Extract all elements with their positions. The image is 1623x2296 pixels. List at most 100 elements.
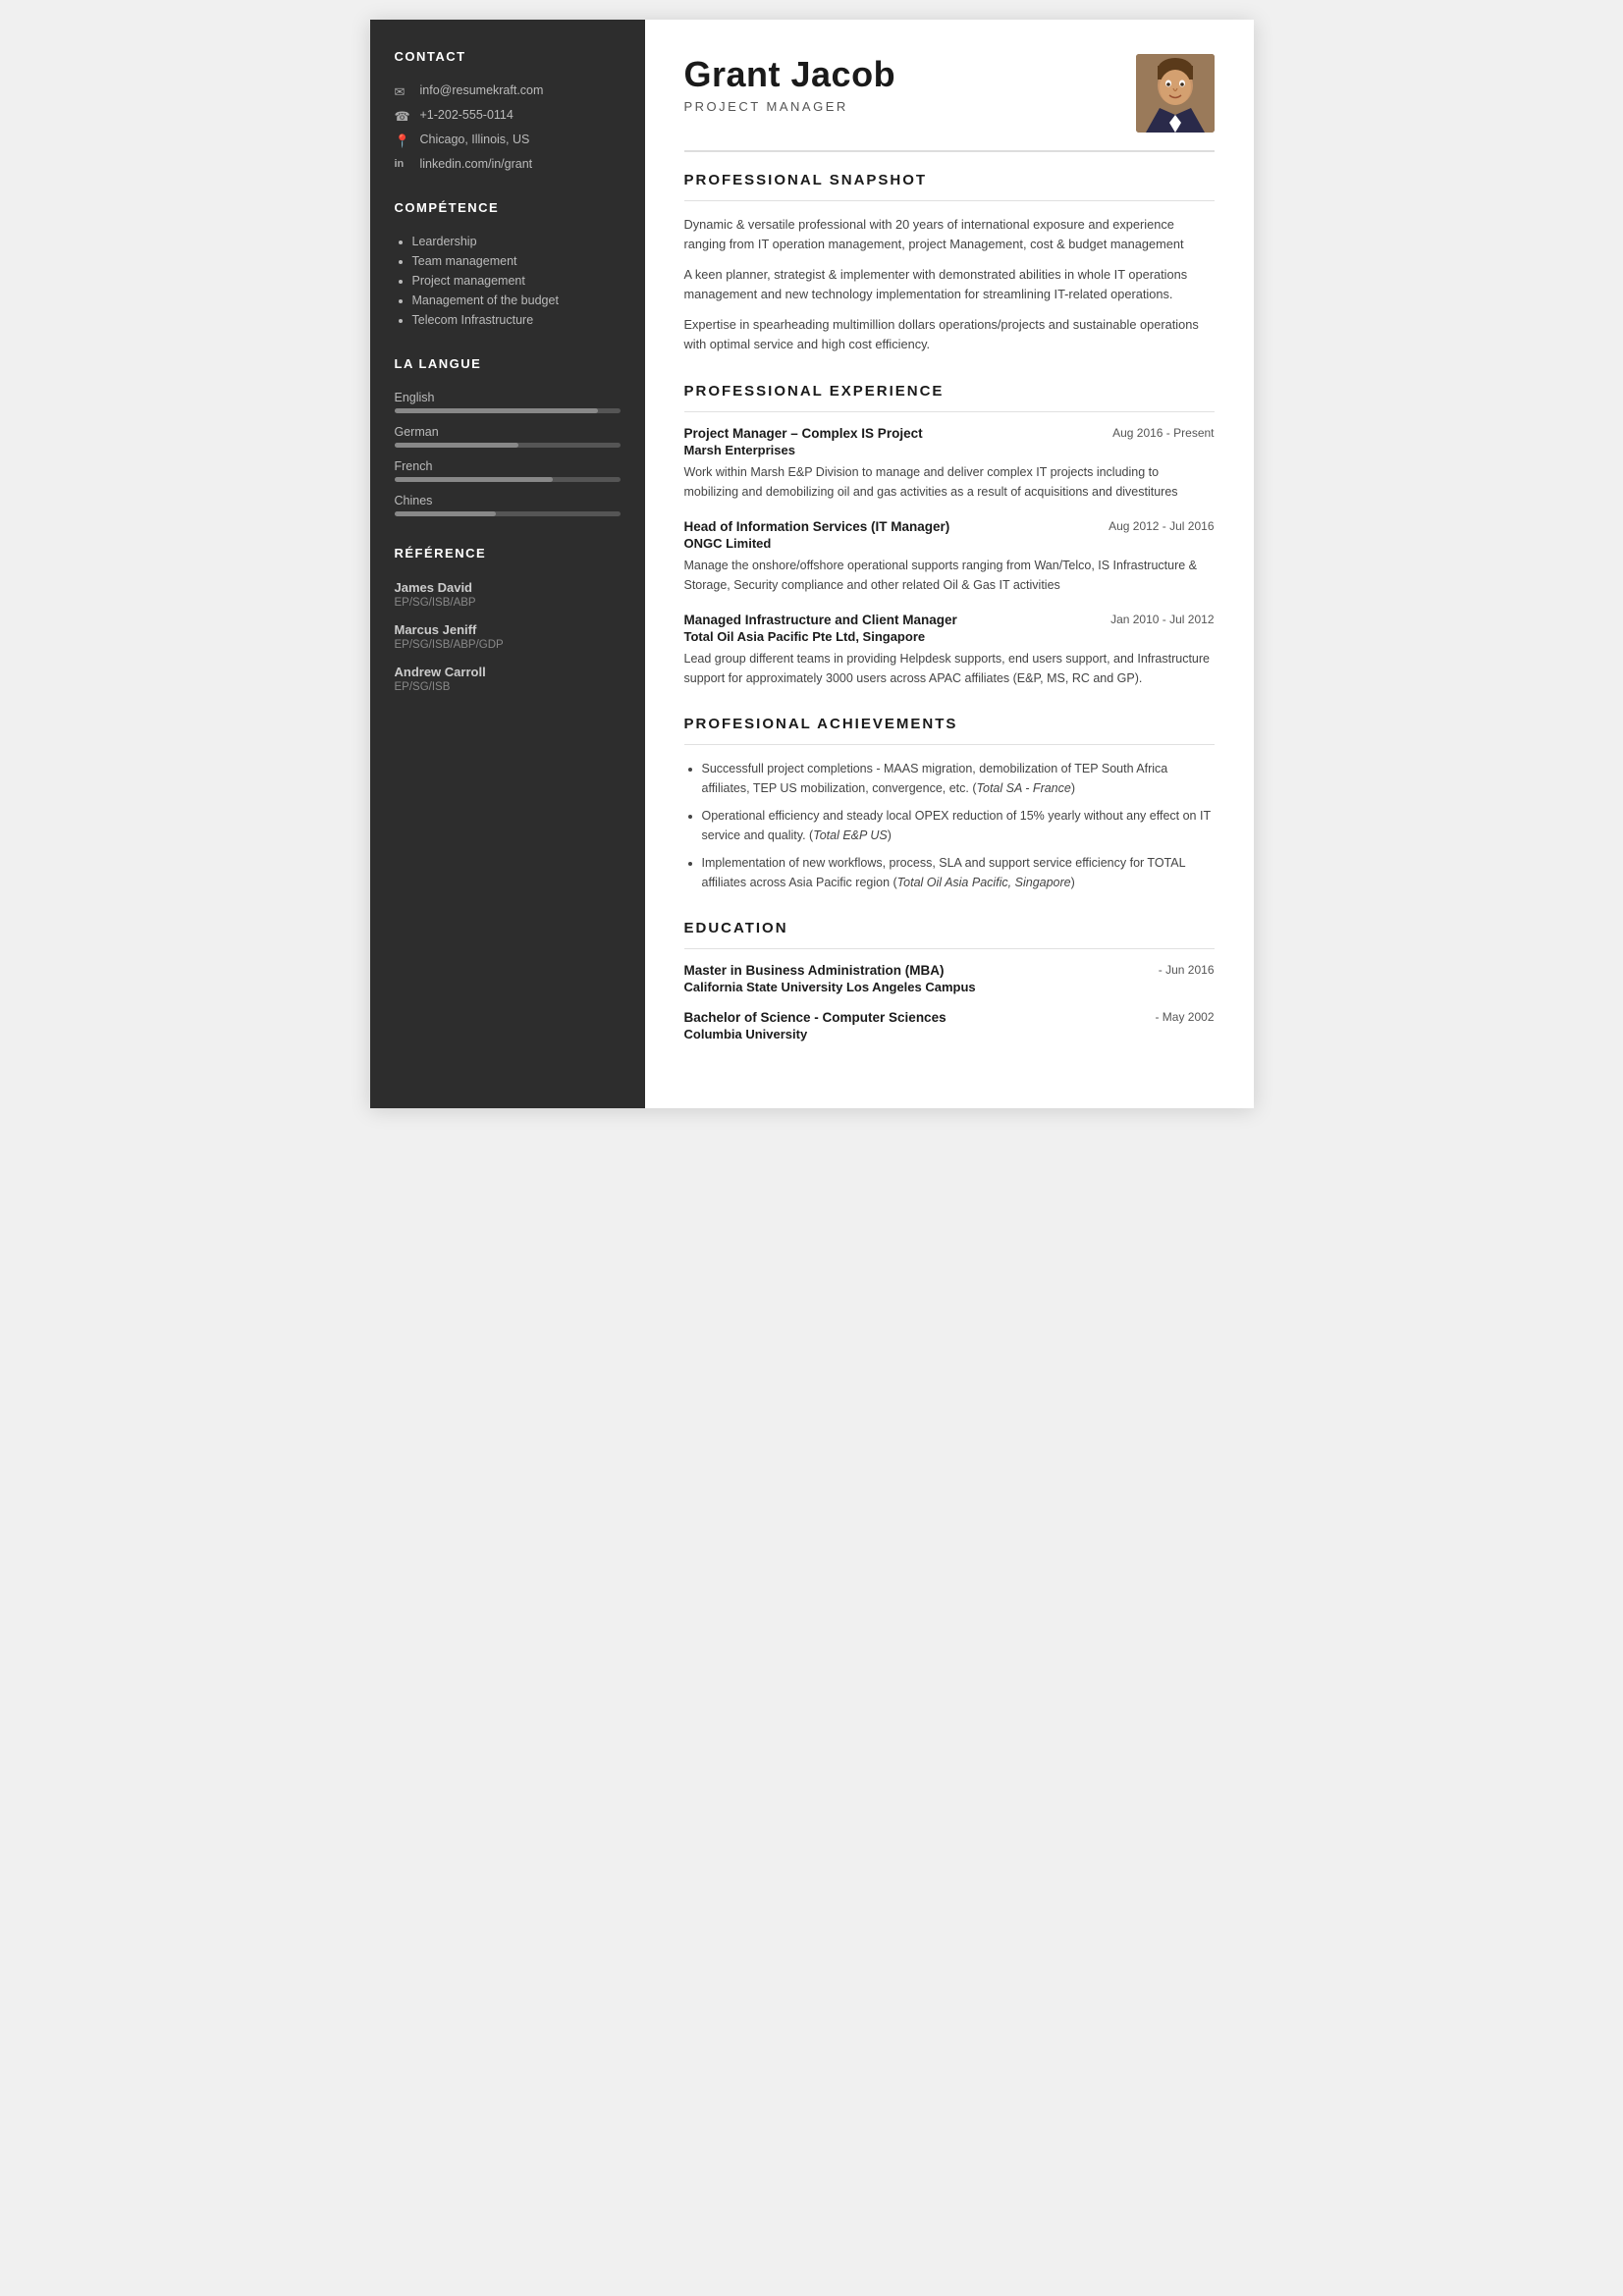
edu-left: Bachelor of Science - Computer Sciences … (684, 1010, 947, 1041)
language-name: French (395, 459, 621, 473)
language-bar-bg (395, 408, 621, 413)
contact-section: CONTACT ✉ info@resumekraft.com ☎ +1-202-… (395, 49, 621, 171)
reference-item: James David EP/SG/ISB/ABP (395, 580, 621, 609)
snapshot-divider (684, 200, 1215, 201)
email-icon: ✉ (395, 84, 410, 100)
edu-school: Columbia University (684, 1027, 947, 1041)
experience-list: Project Manager – Complex IS Project Aug… (684, 426, 1215, 688)
language-bar-bg (395, 477, 621, 482)
language-bar-fill (395, 443, 519, 448)
exp-date: Jan 2010 - Jul 2012 (1110, 613, 1214, 626)
exp-company: Marsh Enterprises (684, 443, 1215, 457)
main-header: Grant Jacob PROJECT MANAGER (684, 54, 1215, 152)
exp-title: Managed Infrastructure and Client Manage… (684, 613, 957, 627)
edu-left: Master in Business Administration (MBA) … (684, 963, 976, 994)
experience-item: Managed Infrastructure and Client Manage… (684, 613, 1215, 688)
education-item: Master in Business Administration (MBA) … (684, 963, 1215, 994)
snapshot-section: PROFESSIONAL SNAPSHOT Dynamic & versatil… (684, 172, 1215, 355)
language-item: German (395, 425, 621, 448)
edu-degree: Master in Business Administration (MBA) (684, 963, 976, 978)
achievement-item: Operational efficiency and steady local … (702, 806, 1215, 845)
reference-code: EP/SG/ISB/ABP (395, 597, 621, 609)
achievement-item: Successfull project completions - MAAS m… (702, 759, 1215, 798)
exp-date: Aug 2012 - Jul 2016 (1109, 519, 1214, 533)
experience-item: Project Manager – Complex IS Project Aug… (684, 426, 1215, 502)
reference-name: Marcus Jeniff (395, 622, 621, 637)
exp-header: Managed Infrastructure and Client Manage… (684, 613, 1215, 627)
snapshot-paragraph: A keen planner, strategist & implementer… (684, 265, 1215, 305)
education-item: Bachelor of Science - Computer Sciences … (684, 1010, 1215, 1041)
edu-date: - Jun 2016 (1159, 963, 1215, 977)
contact-title: CONTACT (395, 49, 621, 70)
exp-header: Head of Information Services (IT Manager… (684, 519, 1215, 534)
competence-title: COMPÉTENCE (395, 200, 621, 221)
contact-linkedin: in linkedin.com/in/grant (395, 157, 621, 171)
achievements-divider (684, 744, 1215, 745)
reference-section: RÉFÉRENCE James David EP/SG/ISB/ABP Marc… (395, 546, 621, 693)
job-title: PROJECT MANAGER (684, 99, 896, 114)
education-list: Master in Business Administration (MBA) … (684, 963, 1215, 1041)
phone-icon: ☎ (395, 109, 410, 125)
contact-location: 📍 Chicago, Illinois, US (395, 133, 621, 149)
linkedin-icon: in (395, 158, 410, 170)
experience-section: PROFESSIONAL EXPERIENCE Project Manager … (684, 383, 1215, 688)
exp-title: Project Manager – Complex IS Project (684, 426, 923, 441)
competence-item: Management of the budget (412, 294, 621, 307)
education-title: EDUCATION (684, 920, 1215, 936)
exp-date: Aug 2016 - Present (1112, 426, 1214, 440)
email-value: info@resumekraft.com (420, 83, 544, 97)
language-section: LA LANGUE English German French Chines (395, 356, 621, 516)
snapshot-paragraph: Dynamic & versatile professional with 20… (684, 215, 1215, 255)
education-section: EDUCATION Master in Business Administrat… (684, 920, 1215, 1041)
avatar (1136, 54, 1215, 133)
competence-item: Team management (412, 254, 621, 268)
phone-value: +1-202-555-0114 (420, 108, 514, 122)
avatar-image (1136, 54, 1215, 133)
achievements-list: Successfull project completions - MAAS m… (684, 759, 1215, 892)
experience-item: Head of Information Services (IT Manager… (684, 519, 1215, 595)
language-bar-bg (395, 443, 621, 448)
reference-item: Andrew Carroll EP/SG/ISB (395, 665, 621, 693)
exp-desc: Manage the onshore/offshore operational … (684, 556, 1215, 595)
exp-desc: Lead group different teams in providing … (684, 649, 1215, 688)
snapshot-content: Dynamic & versatile professional with 20… (684, 215, 1215, 355)
language-item: English (395, 391, 621, 413)
exp-company: ONGC Limited (684, 536, 1215, 551)
achievement-item: Implementation of new workflows, process… (702, 853, 1215, 892)
snapshot-title: PROFESSIONAL SNAPSHOT (684, 172, 1215, 188)
achievements-title: PROFESIONAL ACHIEVEMENTS (684, 716, 1215, 732)
language-title: LA LANGUE (395, 356, 621, 377)
language-name: English (395, 391, 621, 404)
linkedin-value: linkedin.com/in/grant (420, 157, 533, 171)
language-bar-bg (395, 511, 621, 516)
main-content: Grant Jacob PROJECT MANAGER (645, 20, 1254, 1108)
reference-code: EP/SG/ISB/ABP/GDP (395, 639, 621, 651)
exp-company: Total Oil Asia Pacific Pte Ltd, Singapor… (684, 629, 1215, 644)
exp-header: Project Manager – Complex IS Project Aug… (684, 426, 1215, 441)
language-name: Chines (395, 494, 621, 507)
resume-document: CONTACT ✉ info@resumekraft.com ☎ +1-202-… (370, 20, 1254, 1108)
header-left: Grant Jacob PROJECT MANAGER (684, 54, 896, 114)
candidate-name: Grant Jacob (684, 54, 896, 95)
exp-title: Head of Information Services (IT Manager… (684, 519, 950, 534)
education-divider (684, 948, 1215, 949)
contact-phone: ☎ +1-202-555-0114 (395, 108, 621, 125)
reference-list: James David EP/SG/ISB/ABP Marcus Jeniff … (395, 580, 621, 693)
competence-item: Telecom Infrastructure (412, 313, 621, 327)
competence-item: Project management (412, 274, 621, 288)
language-bar-fill (395, 408, 598, 413)
location-icon: 📍 (395, 133, 410, 149)
snapshot-paragraph: Expertise in spearheading multimillion d… (684, 315, 1215, 355)
experience-divider (684, 411, 1215, 412)
reference-item: Marcus Jeniff EP/SG/ISB/ABP/GDP (395, 622, 621, 651)
competence-list: Leardership Team management Project manage… (395, 235, 621, 327)
edu-degree: Bachelor of Science - Computer Sciences (684, 1010, 947, 1025)
experience-title: PROFESSIONAL EXPERIENCE (684, 383, 1215, 400)
language-list: English German French Chines (395, 391, 621, 516)
location-value: Chicago, Illinois, US (420, 133, 530, 146)
language-bar-fill (395, 477, 553, 482)
language-item: French (395, 459, 621, 482)
achievements-section: PROFESIONAL ACHIEVEMENTS Successfull pro… (684, 716, 1215, 892)
language-name: German (395, 425, 621, 439)
competence-item: Leardership (412, 235, 621, 248)
